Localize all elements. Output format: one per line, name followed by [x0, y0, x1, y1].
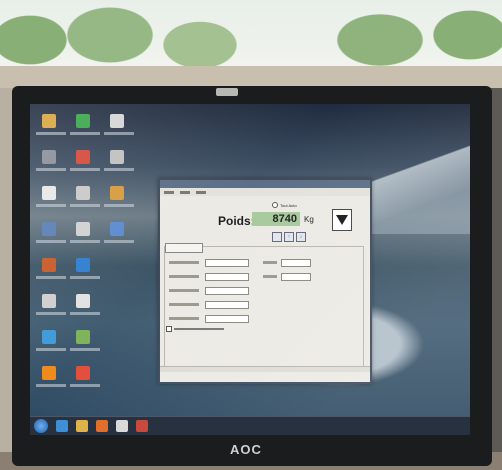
- app-menubar: [160, 188, 370, 196]
- form-group: [164, 243, 364, 370]
- desktop-icon-7-label: [36, 348, 66, 351]
- field-1[interactable]: [205, 259, 249, 267]
- desktop-icon-4[interactable]: [42, 222, 56, 236]
- monitor-brand: AOC: [230, 442, 262, 457]
- desktop-icon-12[interactable]: [76, 222, 90, 236]
- desktop-icon-9[interactable]: [76, 114, 90, 128]
- up-button[interactable]: ↑: [284, 232, 294, 242]
- desktop-icon-20-label: [104, 240, 134, 243]
- group-button[interactable]: [165, 243, 203, 253]
- field-3[interactable]: [205, 287, 249, 295]
- capture-icon[interactable]: [272, 232, 282, 242]
- option-checkbox-row[interactable]: [166, 326, 224, 332]
- field-label-5: [169, 317, 199, 320]
- start-button[interactable]: [34, 419, 48, 433]
- radio-label: Tout Auto: [280, 202, 297, 208]
- field-label-6: [263, 261, 277, 264]
- desktop-icon-15[interactable]: [76, 330, 90, 344]
- desktop-icon-14-label: [70, 312, 100, 315]
- desktop-icon-17[interactable]: [110, 114, 124, 128]
- auto-radio[interactable]: Tout Auto: [272, 202, 297, 208]
- field-5[interactable]: [205, 315, 249, 323]
- taskbar: [30, 416, 470, 435]
- field-7[interactable]: [281, 273, 311, 281]
- weight-unit: Kg: [304, 215, 314, 224]
- field-label-4: [169, 303, 199, 306]
- desktop-icon-6-label: [36, 312, 66, 315]
- desktop-icon-5[interactable]: [42, 258, 56, 272]
- taskbar-ie-icon[interactable]: [56, 420, 68, 432]
- checkbox-label: [174, 328, 224, 330]
- desktop-icon-2-label: [36, 168, 66, 171]
- field-label-1: [169, 261, 199, 264]
- desktop-icon-5-label: [36, 276, 66, 279]
- menu-item-1[interactable]: [164, 190, 174, 194]
- desktop-icon-4-label: [36, 240, 66, 243]
- desktop-icon-8[interactable]: [42, 366, 56, 380]
- menu-item-3[interactable]: [196, 190, 206, 194]
- desktop-icon-8-label: [36, 384, 66, 387]
- desktop-icon-11[interactable]: [76, 186, 90, 200]
- desktop-icon-3-label: [36, 204, 66, 207]
- taskbar-media-icon[interactable]: [96, 420, 108, 432]
- desktop-icon-19-label: [104, 204, 134, 207]
- company-logo: [332, 209, 352, 231]
- down-button[interactable]: ↓: [296, 232, 306, 242]
- logo-v-icon: [336, 215, 348, 225]
- desktop-icon-2[interactable]: [42, 150, 56, 164]
- desktop-icon-14[interactable]: [76, 294, 90, 308]
- desktop-icon-3[interactable]: [42, 186, 56, 200]
- desktop-icon-17-label: [104, 132, 134, 135]
- desktop-icon-20[interactable]: [110, 222, 124, 236]
- desktop-icon-11-label: [70, 204, 100, 207]
- desktop-icon-19[interactable]: [110, 186, 124, 200]
- webcam: [216, 88, 238, 96]
- desktop-icon-7[interactable]: [42, 330, 56, 344]
- weighing-app-window: Tout Auto Poids: 8740 Kg ↑ ↓: [158, 178, 372, 384]
- field-label-3: [169, 289, 199, 292]
- desktop-icon-12-label: [70, 240, 100, 243]
- desktop-icon-18[interactable]: [110, 150, 124, 164]
- menu-item-2[interactable]: [180, 190, 190, 194]
- taskbar-app-icon[interactable]: [116, 420, 128, 432]
- desktop-icon-6[interactable]: [42, 294, 56, 308]
- desktop-icon-13-label: [70, 276, 100, 279]
- taskbar-folder-icon[interactable]: [76, 420, 88, 432]
- desktop-icon-10-label: [70, 168, 100, 171]
- desktop-icon-9-label: [70, 132, 100, 135]
- weight-label: Poids:: [218, 214, 255, 228]
- desktop-icon-1-label: [36, 132, 66, 135]
- field-6[interactable]: [281, 259, 311, 267]
- status-bar: [160, 366, 370, 372]
- desktop-icon-15-label: [70, 348, 100, 351]
- field-2[interactable]: [205, 273, 249, 281]
- app-titlebar[interactable]: [160, 180, 370, 188]
- window-sill: [0, 66, 502, 88]
- desktop-icon-13[interactable]: [76, 258, 90, 272]
- desktop-icon-1[interactable]: [42, 114, 56, 128]
- desktop-icon-18-label: [104, 168, 134, 171]
- option-checkbox[interactable]: [166, 326, 172, 332]
- desktop-icon-16[interactable]: [76, 366, 90, 380]
- radio-button[interactable]: [272, 202, 278, 208]
- desktop-icon-16-label: [70, 384, 100, 387]
- weight-display: 8740: [252, 212, 300, 226]
- desktop-icon-10[interactable]: [76, 150, 90, 164]
- taskbar-app2-icon[interactable]: [136, 420, 148, 432]
- field-4[interactable]: [205, 301, 249, 309]
- field-label-2: [169, 275, 199, 278]
- field-label-7: [263, 275, 277, 278]
- app-body: Tout Auto Poids: 8740 Kg ↑ ↓: [160, 196, 370, 372]
